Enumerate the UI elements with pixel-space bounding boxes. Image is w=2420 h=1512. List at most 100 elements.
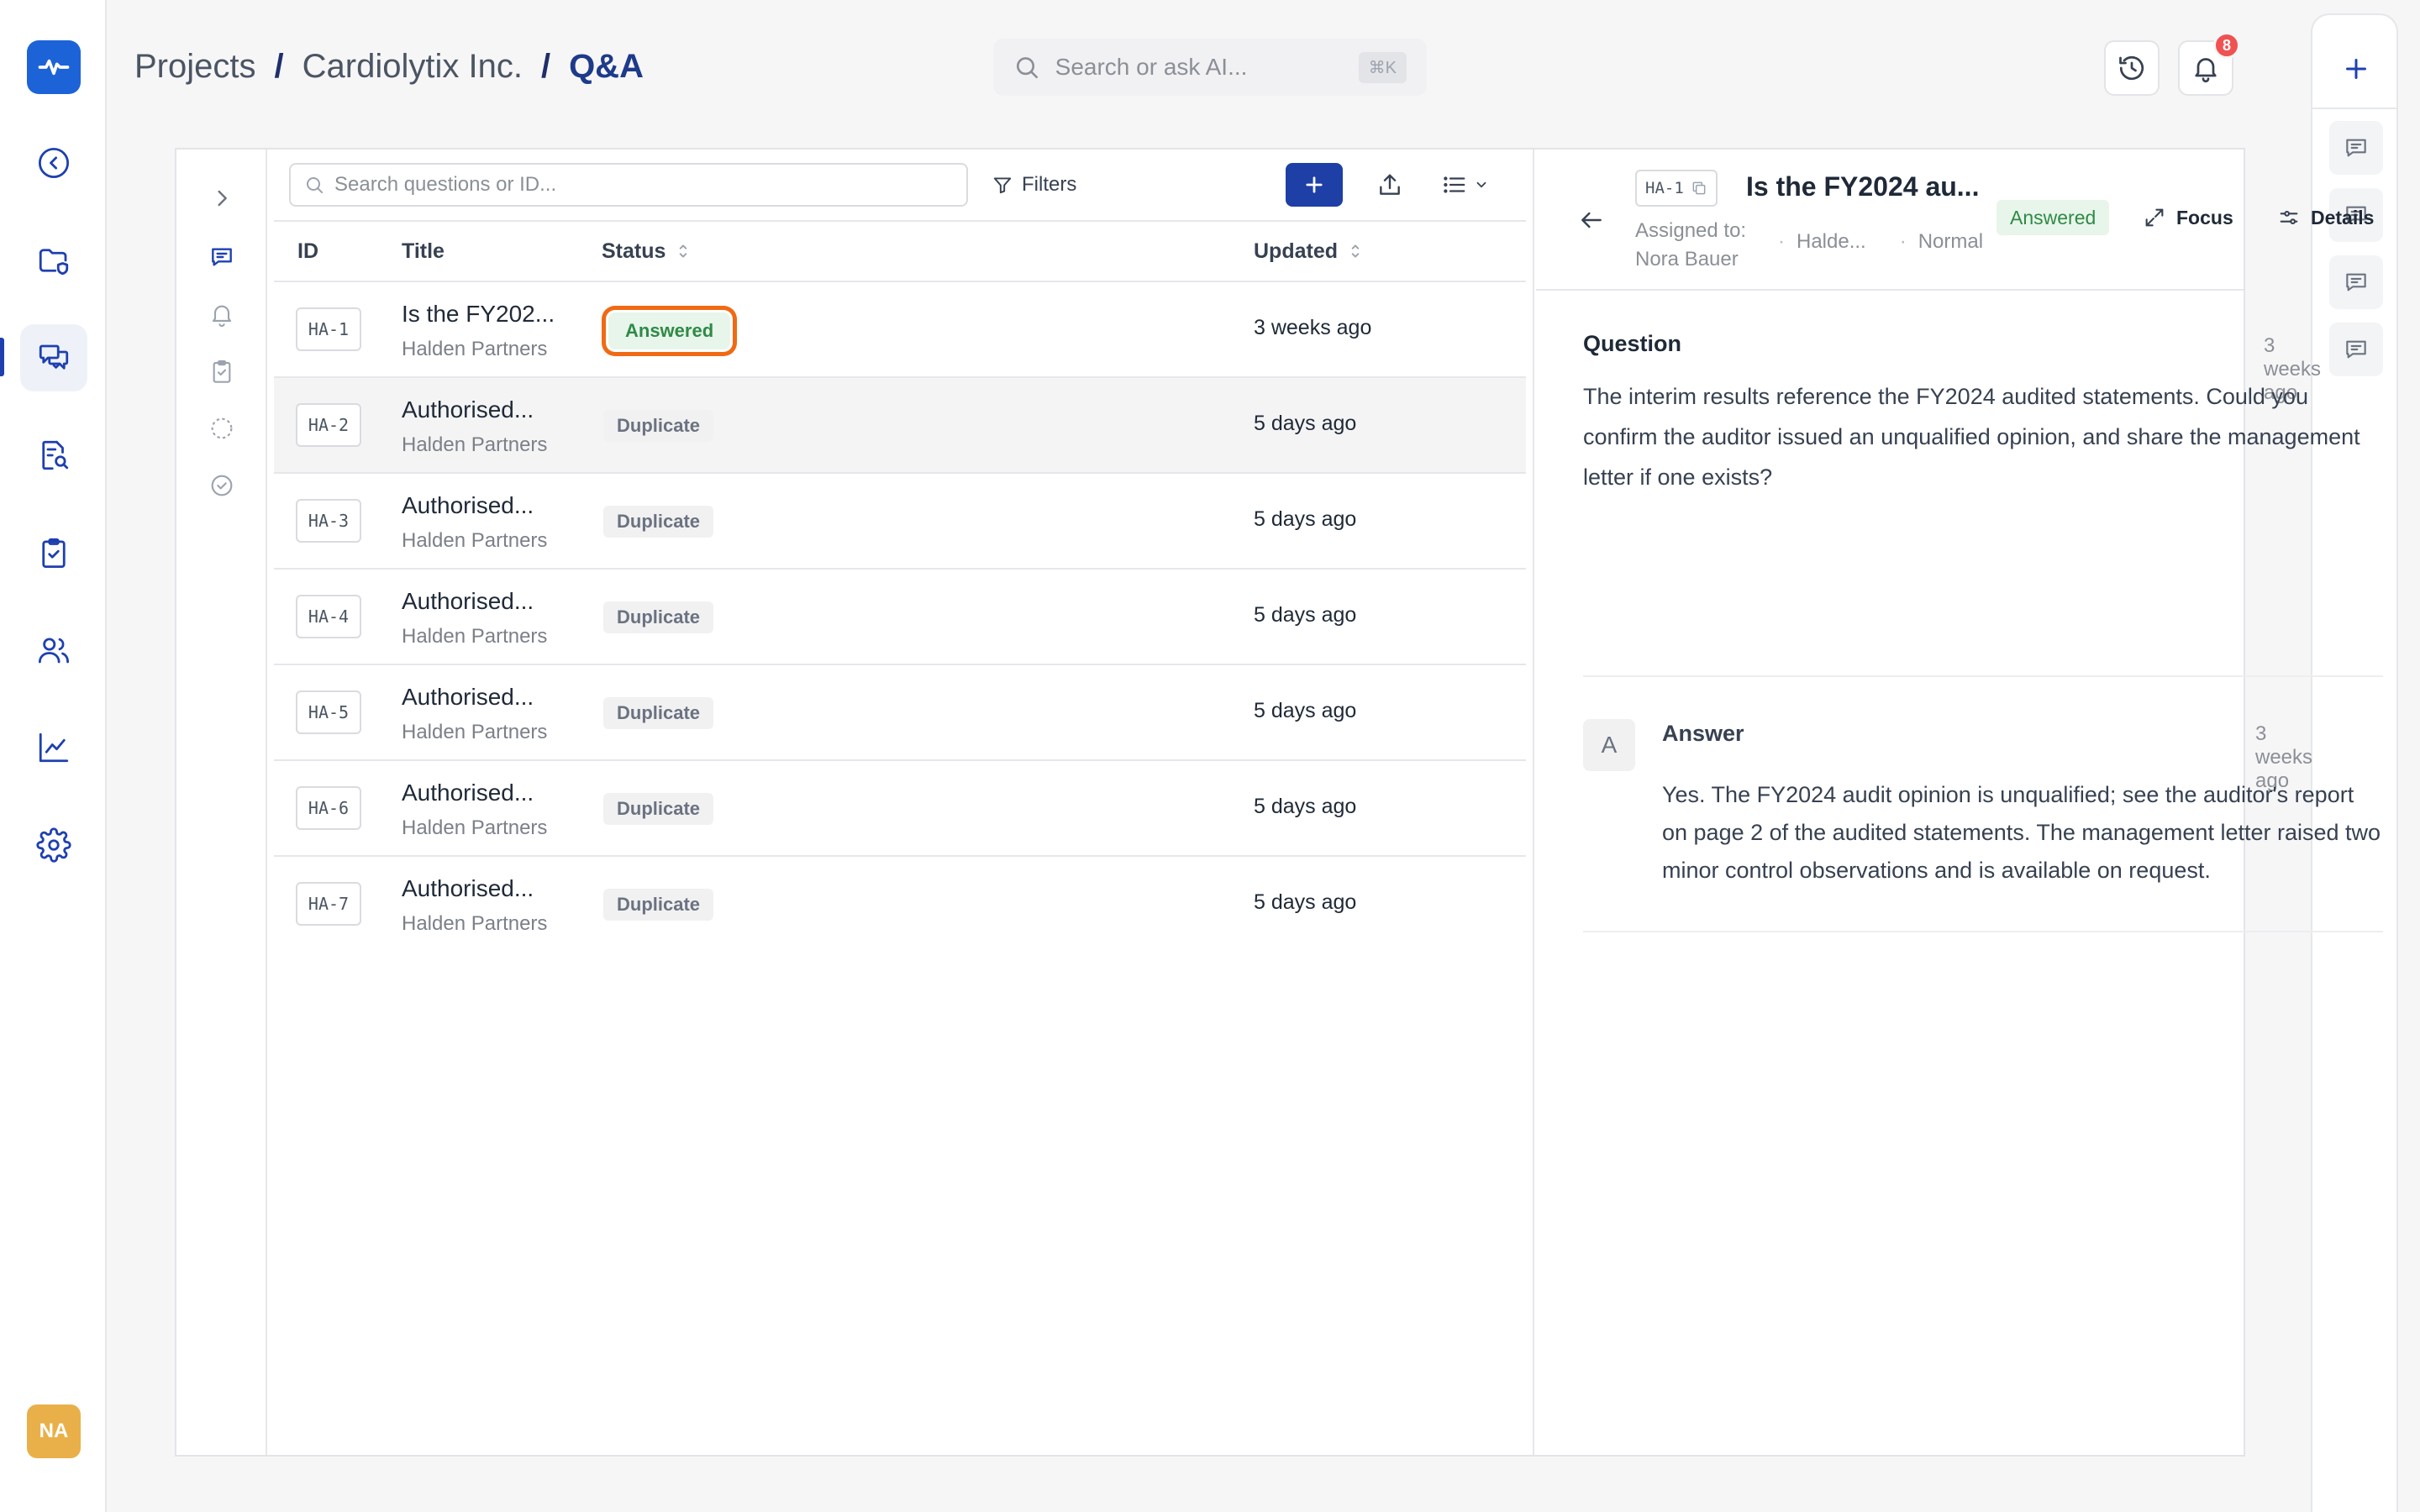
answer-label: Answer <box>1662 721 1744 746</box>
line-chart-icon <box>36 730 71 765</box>
question-search[interactable] <box>289 163 968 207</box>
dashed-circle-icon <box>208 415 235 442</box>
sub-rail-questions[interactable] <box>205 240 239 274</box>
breadcrumb-separator: / <box>274 47 284 85</box>
arrow-left-icon <box>1578 207 1605 234</box>
row-party: Halden Partners <box>402 912 548 935</box>
column-updated-label: Updated <box>1254 239 1338 263</box>
question-search-input[interactable] <box>334 173 953 197</box>
notifications-button[interactable]: 8 <box>2178 32 2240 96</box>
table-row[interactable]: HA-6 Authorised... Halden Partners Dupli… <box>274 761 1526 857</box>
row-party: Halden Partners <box>402 625 548 648</box>
details-button[interactable]: Details <box>2277 198 2374 237</box>
row-title: Authorised... <box>402 492 534 518</box>
detail-status-badge[interactable]: Answered <box>1996 200 2110 235</box>
back-button[interactable] <box>1575 203 1608 237</box>
column-title[interactable]: Title <box>402 222 445 281</box>
clipboard-icon <box>36 535 71 570</box>
assigned-label: Assigned to: <box>1635 219 1747 242</box>
detail-priority: Normal <box>1900 230 1983 254</box>
row-title: Authorised... <box>402 780 534 806</box>
table-row[interactable]: HA-1 Is the FY202... Halden Partners Ans… <box>274 282 1526 378</box>
list-toolbar: Filters <box>267 150 1533 220</box>
app-logo[interactable] <box>27 40 81 94</box>
rail-item-documents[interactable] <box>20 227 87 294</box>
upload-icon <box>1376 171 1403 198</box>
status-badge: Duplicate <box>603 506 714 538</box>
column-title-label: Title <box>402 239 445 263</box>
sub-rail-done[interactable] <box>205 469 239 502</box>
add-question-button[interactable] <box>1286 163 1343 207</box>
status-badge-answered[interactable]: Answered <box>608 312 731 349</box>
global-search-input[interactable] <box>1055 54 1359 81</box>
rail-item-settings[interactable] <box>20 811 87 879</box>
gear-icon <box>36 827 71 863</box>
breadcrumb-projects[interactable]: Projects <box>134 48 256 86</box>
comment-icon <box>2343 269 2370 296</box>
qa-workspace: Filters ID Title Status Updated <box>175 148 2383 1457</box>
notification-badge: 8 <box>2213 32 2240 59</box>
sub-rail-checklist[interactable] <box>205 354 239 388</box>
detail-assigned[interactable]: Assigned to: Nora Bauer <box>1635 217 1746 274</box>
column-id[interactable]: ID <box>297 222 318 281</box>
comment-thread-item[interactable] <box>2329 121 2383 175</box>
filters-label: Filters <box>1022 173 1077 196</box>
row-updated: 5 days ago <box>1254 699 1357 722</box>
column-status-label: Status <box>602 239 666 263</box>
row-id: HA-6 <box>296 786 361 830</box>
focus-button[interactable]: Focus <box>2143 198 2233 237</box>
sub-rail-pending[interactable] <box>205 412 239 445</box>
rail-item-analytics[interactable] <box>20 714 87 781</box>
table-row[interactable]: HA-3 Authorised... Halden Partners Dupli… <box>274 474 1526 570</box>
copy-icon <box>1691 180 1707 197</box>
rail-item-team[interactable] <box>20 617 87 684</box>
heartbeat-icon <box>35 49 72 86</box>
plus-icon <box>2341 54 2371 84</box>
row-id: HA-4 <box>296 595 361 638</box>
view-options-button[interactable] <box>1435 165 1496 205</box>
right-rail-divider <box>2312 108 2396 109</box>
chevron-down-icon <box>1474 177 1489 192</box>
list-icon <box>1442 172 1467 197</box>
rail-back-button[interactable] <box>20 129 87 197</box>
row-updated: 5 days ago <box>1254 603 1357 627</box>
history-button[interactable] <box>2104 40 2160 96</box>
sub-rail-notifications[interactable] <box>205 297 239 331</box>
detail-id-chip[interactable]: HA-1 <box>1635 170 1718 207</box>
status-badge: Duplicate <box>603 889 714 921</box>
assignee-name: Nora Bauer <box>1635 248 1739 270</box>
row-id: HA-1 <box>296 307 361 351</box>
bell-icon <box>208 301 235 328</box>
bell-icon <box>2191 53 2221 83</box>
table-header: ID Title Status Updated <box>274 220 1526 282</box>
rail-item-qa[interactable] <box>20 324 87 391</box>
expand-panel-button[interactable] <box>205 181 239 215</box>
message-icon <box>208 244 235 270</box>
plus-icon <box>1302 173 1326 197</box>
breadcrumb-company[interactable]: Cardiolytix Inc. <box>302 48 523 86</box>
rail-item-review[interactable] <box>20 422 87 489</box>
export-button[interactable] <box>1368 163 1412 207</box>
table-row[interactable]: HA-5 Authorised... Halden Partners Dupli… <box>274 665 1526 761</box>
expand-icon <box>2143 206 2166 229</box>
rail-item-tasks[interactable] <box>20 519 87 586</box>
table-row[interactable]: HA-7 Authorised... Halden Partners Dupli… <box>274 857 1526 953</box>
column-updated[interactable]: Updated <box>1254 222 1363 281</box>
column-status[interactable]: Status <box>602 222 691 281</box>
focus-label: Focus <box>2176 206 2233 228</box>
global-search[interactable]: ⌘K <box>993 39 1427 96</box>
row-updated: 5 days ago <box>1254 890 1357 914</box>
answer-text: Yes. The FY2024 audit opinion is unquali… <box>1662 782 2381 883</box>
new-thread-button[interactable] <box>2333 45 2380 92</box>
row-id: HA-2 <box>296 403 361 447</box>
table-row[interactable]: HA-2 Authorised... Halden Partners Dupli… <box>274 378 1526 474</box>
question-section: Question <box>1583 331 2381 357</box>
row-title: Authorised... <box>402 684 534 710</box>
right-rail <box>2311 13 2398 1512</box>
comment-thread-item[interactable] <box>2329 255 2383 309</box>
user-avatar[interactable]: NA <box>27 1404 81 1458</box>
filters-button[interactable]: Filters <box>992 165 1076 205</box>
detail-header: HA-1 Is the FY2024 au... Assigned to: No… <box>1536 150 2374 291</box>
row-title: Authorised... <box>402 588 534 614</box>
table-row[interactable]: HA-4 Authorised... Halden Partners Dupli… <box>274 570 1526 665</box>
